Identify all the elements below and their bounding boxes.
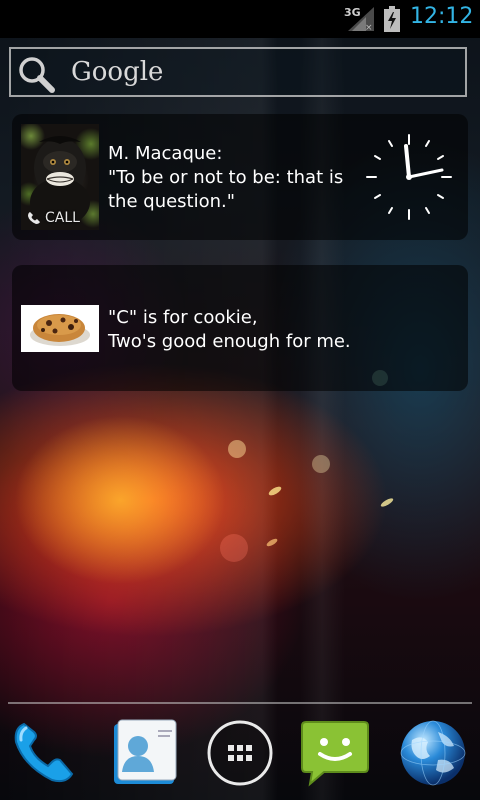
svg-text:×: ×: [365, 23, 373, 31]
call-label: CALL: [45, 210, 80, 226]
wallpaper-bokeh: [312, 455, 330, 473]
contact-photo[interactable]: CALL: [21, 124, 99, 230]
browser-icon[interactable]: [398, 718, 468, 788]
app-drawer-icon[interactable]: [205, 718, 275, 788]
battery-charging-icon: [384, 6, 400, 32]
quote-line: "C" is for cookie,: [108, 307, 258, 328]
wallpaper-bokeh: [265, 537, 279, 548]
contact-name: M. Macaque:: [108, 143, 223, 164]
wallpaper-bokeh: [267, 484, 283, 498]
quote-line: the question.": [108, 191, 236, 212]
google-search-bar[interactable]: Google: [9, 47, 467, 97]
dock-divider: [8, 702, 472, 704]
signal-icon: ×: [348, 7, 374, 31]
contact-quote-widget[interactable]: CALL M. Macaque: "To be or not to be: th…: [12, 114, 468, 240]
call-button[interactable]: CALL: [27, 210, 80, 226]
cookie-icon: [30, 314, 90, 346]
contacts-icon[interactable]: [108, 718, 178, 788]
status-clock: 12:12: [410, 4, 474, 29]
cookie-quote: "C" is for cookie, Two's good enough for…: [108, 306, 438, 354]
wallpaper-bokeh: [220, 534, 248, 562]
analog-clock-icon[interactable]: [364, 132, 454, 222]
wallpaper-bokeh: [228, 440, 246, 458]
messaging-icon[interactable]: [300, 718, 370, 788]
quote-line: Two's good enough for me.: [108, 331, 351, 352]
quote-line: "To be or not to be: that is: [108, 167, 344, 188]
search-label: Google: [71, 57, 164, 87]
phone-icon[interactable]: [10, 718, 80, 788]
status-bar[interactable]: 3G × 12:12: [0, 0, 480, 38]
wallpaper-bokeh: [379, 496, 395, 509]
search-icon: [19, 57, 55, 93]
cookie-image[interactable]: [21, 305, 99, 352]
phone-handset-icon: [28, 212, 40, 224]
cookie-quote-widget[interactable]: "C" is for cookie, Two's good enough for…: [12, 265, 468, 391]
contact-quote: M. Macaque: "To be or not to be: that is…: [108, 142, 348, 214]
